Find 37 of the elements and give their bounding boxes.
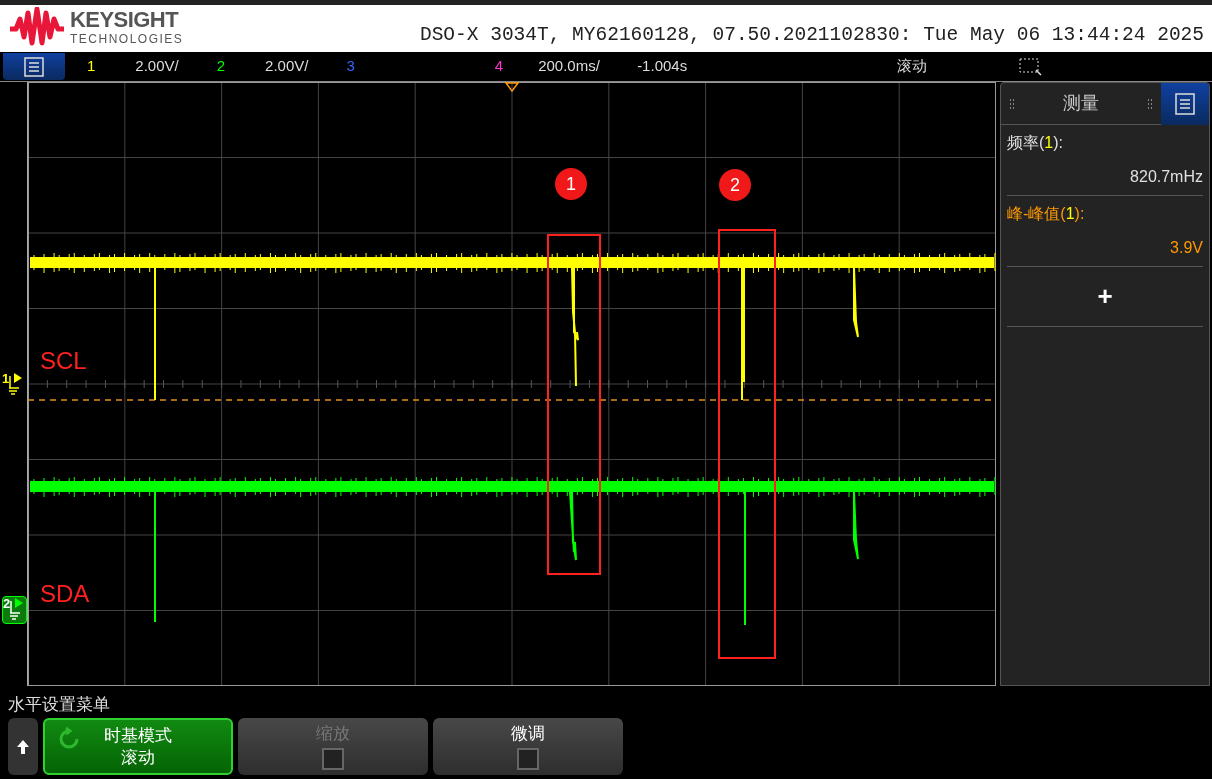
ground-marker[interactable]: 2 <box>2 596 27 624</box>
delay-value: -1.004s <box>637 56 688 77</box>
number-badge: 2 <box>719 169 751 201</box>
zoom-select-icon[interactable] <box>1019 56 1044 77</box>
channel-number[interactable]: 1 <box>87 55 96 78</box>
measurement-value: 820.7mHz <box>1129 167 1203 187</box>
drag-handle-icon <box>1147 98 1153 109</box>
add-measurement-button[interactable]: + <box>1007 267 1203 327</box>
measurement-value: 3.9V <box>1169 238 1203 258</box>
trace-label: SDA <box>40 582 90 606</box>
channel-number[interactable]: 3 <box>346 55 355 78</box>
timebase-mode-button[interactable]: 时基模式 滚动 <box>43 718 233 775</box>
softkey-button[interactable]: 微调 <box>433 718 623 775</box>
channel-scale: 2.00V/ <box>265 56 309 77</box>
menu-icon <box>1174 93 1196 115</box>
channel-scale: 2.00V/ <box>135 56 179 77</box>
channel-number[interactable]: 4 <box>494 55 504 78</box>
back-button[interactable] <box>8 718 38 775</box>
trace-label: SCL <box>40 349 87 373</box>
drag-handle-icon <box>1009 98 1015 109</box>
trigger-position-marker <box>504 82 520 93</box>
panel-menu-button[interactable] <box>1161 83 1209 125</box>
number-badge: 1 <box>555 168 587 200</box>
up-arrow-icon <box>16 738 30 755</box>
measurement-label[interactable]: 峰-峰值(1): <box>1007 202 1203 226</box>
logo-wave-icon <box>8 7 66 47</box>
menu-icon <box>23 56 45 77</box>
brand-subtitle: TECHNOLOGIES <box>70 33 184 45</box>
menu-button[interactable] <box>3 53 65 80</box>
run-mode: 滚动 <box>897 56 928 77</box>
checkbox[interactable] <box>517 748 539 771</box>
measurement-label[interactable]: 频率(1): <box>1007 131 1203 155</box>
channel-number[interactable]: 2 <box>216 55 226 78</box>
timebase-value: 200.0ms/ <box>538 56 601 77</box>
brand-name: KEYSIGHT <box>70 9 180 31</box>
instrument-info: DSO-X 3034T, MY62160128, 07.50.2021102830: Tue May 06 13:44:24 2025 <box>419 23 1204 48</box>
menu-title: 水平设置菜单 <box>7 694 111 716</box>
